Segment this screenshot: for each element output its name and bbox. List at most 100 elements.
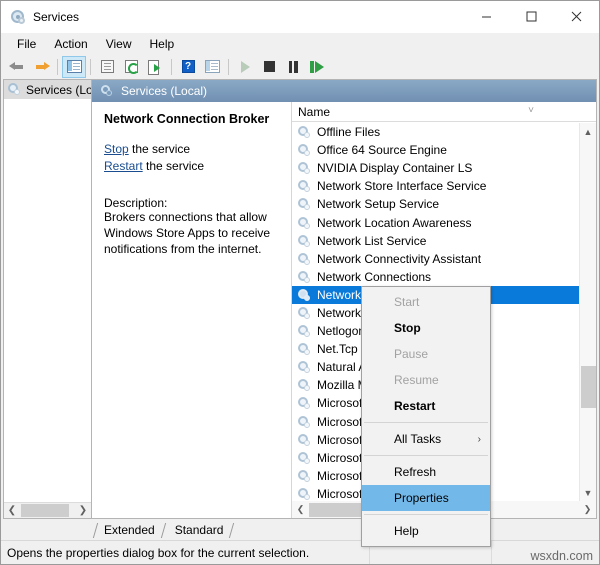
list-row[interactable]: Network List Service xyxy=(292,232,579,250)
list-column-header[interactable]: Name ˅ xyxy=(292,102,596,122)
menu-item-pause: Pause xyxy=(362,341,490,367)
pause-service-icon[interactable] xyxy=(281,56,305,78)
properties-icon[interactable] xyxy=(95,56,119,78)
list-row[interactable]: Office 64 Source Engine xyxy=(292,141,579,159)
menu-separator xyxy=(364,422,488,423)
service-gear-icon xyxy=(298,433,312,447)
restart-service-link[interactable]: Restart xyxy=(104,159,143,173)
export-list-icon[interactable] xyxy=(143,56,167,78)
status-bar: Opens the properties dialog box for the … xyxy=(1,540,599,564)
list-row-label: Network Connections xyxy=(317,270,431,284)
panes-split: Network Connection Broker Stop the servi… xyxy=(92,102,596,518)
tab-standard[interactable]: Standard xyxy=(165,522,234,539)
close-button[interactable] xyxy=(554,1,599,32)
toolbar: ? xyxy=(1,54,599,79)
menu-item-restart[interactable]: Restart xyxy=(362,393,490,419)
service-gear-icon xyxy=(298,197,312,211)
services-window: Services File Action View Help ? xyxy=(0,0,600,565)
back-icon[interactable] xyxy=(5,56,29,78)
list-row[interactable]: Offline Files xyxy=(292,123,579,141)
menu-help[interactable]: Help xyxy=(141,35,184,53)
list-row[interactable]: Network Location Awareness xyxy=(292,213,579,231)
restart-service-icon[interactable] xyxy=(305,56,329,78)
service-gear-icon xyxy=(298,288,312,302)
tab-extended-label: Extended xyxy=(104,523,155,537)
scroll-right-icon[interactable]: ❯ xyxy=(579,502,596,518)
stop-service-icon[interactable] xyxy=(257,56,281,78)
show-hide-console-tree-icon[interactable] xyxy=(62,56,86,78)
maximize-button[interactable] xyxy=(509,1,554,32)
service-gear-icon xyxy=(298,234,312,248)
description-label: Description: xyxy=(104,196,279,210)
tree-hscroll-track[interactable] xyxy=(20,503,75,518)
menu-item-refresh[interactable]: Refresh xyxy=(362,459,490,485)
start-service-icon[interactable] xyxy=(233,56,257,78)
list-row[interactable]: NVIDIA Display Container LS xyxy=(292,159,579,177)
refresh-icon[interactable] xyxy=(119,56,143,78)
restart-service-suffix: the service xyxy=(143,159,204,173)
tree-horizontal-scrollbar[interactable]: ❮ ❯ xyxy=(4,502,91,518)
stop-service-link[interactable]: Stop xyxy=(104,142,129,156)
service-gear-icon xyxy=(298,125,312,139)
menu-separator xyxy=(364,455,488,456)
menu-action[interactable]: Action xyxy=(45,35,96,53)
tree-item-label: Services (Loca xyxy=(26,83,91,97)
window-title: Services xyxy=(33,10,79,24)
title-bar: Services xyxy=(1,1,599,33)
menu-item-label: Pause xyxy=(394,347,428,361)
list-row-label: Network Store Interface Service xyxy=(317,179,486,193)
menu-item-label: Restart xyxy=(394,399,435,413)
menu-file[interactable]: File xyxy=(8,35,45,53)
scroll-left-icon[interactable]: ❮ xyxy=(292,502,309,518)
column-header-name[interactable]: Name xyxy=(298,105,330,119)
tree-hscroll-thumb[interactable] xyxy=(21,504,69,517)
menu-view[interactable]: View xyxy=(97,35,141,53)
list-vertical-scrollbar[interactable]: ▲ ▼ xyxy=(579,123,596,501)
menu-item-stop[interactable]: Stop xyxy=(362,315,490,341)
tab-extended[interactable]: Extended xyxy=(94,522,165,539)
list-row[interactable]: Network Connectivity Assistant xyxy=(292,250,579,268)
services-gear-icon xyxy=(7,82,22,97)
service-gear-icon xyxy=(298,342,312,356)
list-row-label: NVIDIA Display Container LS xyxy=(317,161,472,175)
watermark: wsxdn.com xyxy=(530,549,593,563)
service-gear-icon xyxy=(298,252,312,266)
menu-item-properties[interactable]: Properties xyxy=(362,485,490,511)
chevron-right-icon: › xyxy=(478,434,481,445)
service-gear-icon xyxy=(298,469,312,483)
scroll-right-icon[interactable]: ❯ xyxy=(75,503,91,518)
scroll-down-icon[interactable]: ▼ xyxy=(580,484,596,501)
service-gear-icon xyxy=(298,360,312,374)
vscroll-thumb[interactable] xyxy=(581,366,596,408)
menu-item-label: All Tasks xyxy=(394,432,441,446)
menu-item-label: Properties xyxy=(394,491,449,505)
help-icon[interactable]: ? xyxy=(176,56,200,78)
list-row[interactable]: Network Store Interface Service xyxy=(292,177,579,195)
service-gear-icon xyxy=(298,378,312,392)
scroll-up-icon[interactable]: ▲ xyxy=(580,123,596,140)
service-gear-icon xyxy=(298,143,312,157)
services-main-pane: Services (Local) Network Connection Brok… xyxy=(92,79,597,519)
chevron-down-icon[interactable]: ˅ xyxy=(528,105,534,116)
toolbar-separator xyxy=(171,59,172,75)
menu-separator xyxy=(364,514,488,515)
minimize-button[interactable] xyxy=(464,1,509,32)
list-row[interactable]: Network Setup Service xyxy=(292,195,579,213)
list-row-label: Network Location Awareness xyxy=(317,216,472,230)
forward-icon[interactable] xyxy=(29,56,53,78)
menu-item-resume: Resume xyxy=(362,367,490,393)
service-gear-icon xyxy=(298,451,312,465)
scroll-left-icon[interactable]: ❮ xyxy=(4,503,20,518)
service-detail-pane: Network Connection Broker Stop the servi… xyxy=(92,102,292,518)
list-row[interactable]: Network Connections xyxy=(292,268,579,286)
list-row-label: Netlogon xyxy=(317,324,365,338)
show-hide-action-pane-icon[interactable] xyxy=(200,56,224,78)
service-gear-icon xyxy=(298,161,312,175)
menu-item-help[interactable]: Help xyxy=(362,518,490,544)
menu-item-all-tasks[interactable]: All Tasks › xyxy=(362,426,490,452)
tree-item-services-local[interactable]: Services (Loca xyxy=(4,80,91,99)
tab-standard-label: Standard xyxy=(175,523,224,537)
restart-service-line: Restart the service xyxy=(104,159,279,173)
stop-service-suffix: the service xyxy=(129,142,190,156)
stop-service-line: Stop the service xyxy=(104,142,279,156)
